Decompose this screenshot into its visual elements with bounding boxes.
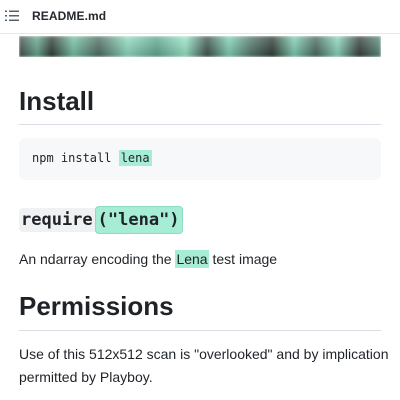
require-heading: require ("lena") (19, 206, 183, 234)
permissions-heading: Permissions (19, 291, 174, 321)
description-after: test image (208, 251, 278, 267)
file-header: README.md (0, 0, 400, 34)
install-heading: Install (19, 86, 95, 116)
file-name: README.md (32, 9, 107, 23)
require-keyword: require (19, 208, 95, 232)
list-unordered-icon[interactable] (5, 10, 19, 22)
code-prefix: npm install (32, 151, 119, 165)
install-command[interactable]: npm install lena (32, 150, 152, 166)
heading-divider (19, 330, 381, 331)
description-before: An ndarray encoding the (19, 251, 176, 267)
description-text: An ndarray encoding the Lena test image (19, 248, 277, 271)
code-package-highlight: lena (118, 150, 152, 166)
banner-image (19, 36, 381, 57)
code-block: npm install lena (19, 138, 381, 180)
require-argument-highlight: ("lena") (94, 206, 183, 234)
description-highlight: Lena (175, 250, 209, 268)
heading-divider (19, 124, 381, 125)
permissions-text: Use of this 512x512 scan is "overlooked"… (19, 346, 389, 385)
